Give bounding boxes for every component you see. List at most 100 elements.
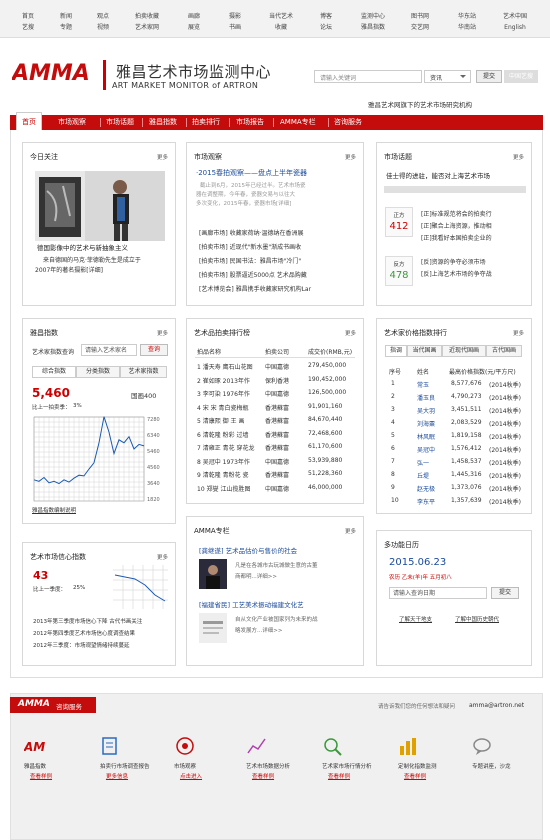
topnav-col[interactable]: 华东站 华南站	[458, 11, 476, 33]
artist-rank-cell[interactable]: 弘一	[417, 458, 429, 467]
topnav-link[interactable]: 视频	[97, 22, 109, 33]
focus-headline[interactable]: 德国影像中的艺术与新抽象主义	[37, 243, 128, 253]
search-submit-button[interactable]: 提交	[476, 70, 502, 83]
contact-email[interactable]: amma@artron.net	[469, 702, 524, 709]
tab-market-report[interactable]: 市场报告	[236, 115, 264, 130]
topnav-link[interactable]: 首页	[22, 11, 34, 22]
service-link[interactable]: 查看样例	[328, 772, 350, 780]
artist-rank-cell[interactable]: 林风眠	[417, 432, 435, 441]
tab-contemporary[interactable]: 当代国画	[407, 345, 442, 357]
topnav-col[interactable]: 新闻 专题	[60, 11, 72, 33]
observation-item[interactable]: [画廊市场] 收藏家荷纳·温德纳在香洲展	[199, 228, 304, 237]
stems-branches-link[interactable]: 了解天干地支	[399, 615, 432, 623]
topnav-link[interactable]: 华东站	[458, 11, 476, 22]
more-link[interactable]: 更多	[157, 153, 168, 161]
topnav-link[interactable]: 博客	[320, 11, 332, 22]
tab-home[interactable]: 首页	[16, 112, 42, 130]
confidence-chart[interactable]	[113, 565, 168, 609]
ranking-cell[interactable]: 1 潘天寿 鹰石山花图	[197, 362, 253, 371]
topnav-col[interactable]: 画廊 展览	[188, 11, 200, 33]
service-item[interactable]: 拍卖行市场调查报告 更多信息	[94, 730, 160, 786]
search-input[interactable]: 请输入关键词	[314, 70, 422, 83]
topnav-link[interactable]: 新闻	[60, 11, 72, 22]
service-link[interactable]: 查看样例	[30, 772, 52, 780]
topnav-col[interactable]: 摄影 书画	[229, 11, 241, 33]
observation-para[interactable]: 多次变化，2015年春，瓷器市场[详细]	[196, 200, 291, 209]
index-method-link[interactable]: 雅昌指数编制说明	[32, 506, 76, 514]
observation-item[interactable]: [拍卖市场] 股票逼近5000点 艺术品购藏	[199, 270, 307, 279]
ranking-cell[interactable]: 2 崔如琢 2013年作	[197, 376, 250, 385]
pro-vote-box[interactable]: 正方 412	[385, 207, 413, 237]
confidence-item[interactable]: 2012年三季度：市场观望情绪持续蔓延	[33, 641, 130, 649]
confidence-item[interactable]: 2013年第三季度市场信心下降 古代书画关注	[33, 617, 142, 625]
ranking-cell[interactable]: 7 清雍正 青花 穿花龙	[197, 443, 255, 452]
more-link[interactable]: 更多	[345, 527, 356, 535]
observation-item[interactable]: [艺术博览会] 雅昌携手收藏家研究机构Lar	[199, 284, 311, 293]
topnav-col[interactable]: 拍卖收藏 艺术家网	[135, 11, 159, 33]
column-article-body[interactable]: 商都明...详细>>	[235, 572, 277, 580]
pro-item[interactable]: [正]标准规范将会的拍卖行	[421, 209, 492, 218]
service-item[interactable]: AM 雅昌指数 查看样例	[18, 730, 84, 786]
topnav-col[interactable]: 首页 艺搜	[22, 11, 34, 33]
tab-category-index[interactable]: 分类指数	[76, 366, 120, 378]
topnav-link[interactable]: 雅昌指数	[361, 22, 385, 33]
artist-rank-cell[interactable]: 常玉	[417, 380, 429, 389]
service-item[interactable]: 市场观察 点击进入	[168, 730, 234, 786]
service-item[interactable]: 专题讲座，沙龙	[466, 730, 532, 786]
service-link[interactable]: 更多信息	[106, 772, 128, 780]
tab-amma-column[interactable]: AMMA专栏	[280, 115, 316, 130]
artist-rank-cell[interactable]: 赵无极	[417, 484, 435, 493]
index-line-chart[interactable]: 7280 6340 5460 4560 3640 1820	[32, 414, 168, 504]
ranking-cell[interactable]: 6 清乾隆 粉彩 过墙	[197, 430, 249, 439]
topnav-link[interactable]: English	[503, 22, 527, 33]
topnav-link[interactable]: 当代艺术	[269, 11, 293, 22]
ranking-cell[interactable]: 9 清乾隆 青粉花 瓷	[197, 470, 249, 479]
con-item[interactable]: [反]上海艺术市场的争夺战	[421, 269, 492, 278]
column-article-title[interactable]: [龚继遂] 艺术品估价与售价的社会	[199, 545, 297, 555]
ranking-cell[interactable]: 5 清康熙 御 王 画	[197, 416, 244, 425]
observation-headline[interactable]: ·2015春拍观察——盘点上半年瓷器	[196, 168, 307, 178]
service-item[interactable]: 艺术市场数据分析 查看样例	[240, 730, 306, 786]
query-button[interactable]: 查询	[140, 344, 168, 356]
topnav-link[interactable]: 华南站	[458, 22, 476, 33]
ranking-cell[interactable]: 10 郑燮 江山揽胜图	[197, 484, 250, 493]
ranking-cell[interactable]: 4 宋 宋 青白瓷梅瓶	[197, 403, 249, 412]
topnav-col[interactable]: 艺术中国 English	[503, 11, 527, 33]
tab-artron-index[interactable]: 雅昌指数	[149, 115, 177, 130]
artist-rank-cell[interactable]: 李东平	[417, 497, 435, 506]
tab-composite-index[interactable]: 综合指数	[32, 366, 76, 378]
observation-item[interactable]: [拍卖市场] 民国书法：雅昌市场"冷门"	[199, 256, 301, 265]
topic-headline[interactable]: 佳士得的进驻，能否对上海艺术市场	[386, 171, 490, 181]
author-photo[interactable]	[199, 559, 227, 589]
topnav-col[interactable]: 博客 论坛	[320, 11, 332, 33]
calendar-date-input[interactable]: 请输入查询日期	[389, 587, 487, 599]
topnav-col[interactable]: 监测中心 雅昌指数	[361, 11, 385, 33]
author-photo[interactable]	[199, 613, 227, 643]
tab-market-observation[interactable]: 市场观察	[58, 115, 86, 130]
con-vote-box[interactable]: 反方 478	[385, 256, 413, 286]
more-link[interactable]: 更多	[513, 153, 524, 161]
search-scope-select[interactable]: 资讯	[424, 70, 471, 83]
tab-artist-index[interactable]: 艺术家指数	[120, 366, 167, 378]
service-item[interactable]: 艺术家市场行情分析 查看样例	[316, 730, 382, 786]
tab-modern[interactable]: 近现代国画	[442, 345, 486, 357]
topnav-link[interactable]: 画廊	[188, 11, 200, 22]
calendar-submit-button[interactable]: 提交	[491, 587, 519, 599]
focus-body[interactable]: 2007年的著名摄影[详细]	[35, 266, 103, 276]
topnav-link[interactable]: 艺术中国	[503, 11, 527, 22]
service-link[interactable]: 点击进入	[180, 772, 202, 780]
topnav-link[interactable]: 拍卖收藏	[135, 11, 159, 22]
pro-item[interactable]: [正]我看好本国拍卖企业的	[421, 233, 492, 242]
artist-name-input[interactable]: 请输入艺术家名	[81, 344, 137, 356]
artist-rank-cell[interactable]: 丘堤	[417, 471, 429, 480]
topnav-link[interactable]: 交艺网	[411, 22, 429, 33]
more-link[interactable]: 更多	[157, 329, 168, 337]
china-art-search-button[interactable]: 中国艺搜	[504, 70, 538, 83]
amma-logo[interactable]: AMMA	[12, 61, 116, 83]
observation-item[interactable]: [拍卖市场] 近现代"新水墨"渐成书画收	[199, 242, 301, 251]
more-link[interactable]: 更多	[345, 153, 356, 161]
tab-ancient[interactable]: 古代国画	[486, 345, 522, 357]
tab-consulting[interactable]: 咨询服务	[334, 115, 362, 130]
topnav-link[interactable]: 艺搜	[22, 22, 34, 33]
artist-rank-cell[interactable]: 吴冠中	[417, 445, 435, 454]
